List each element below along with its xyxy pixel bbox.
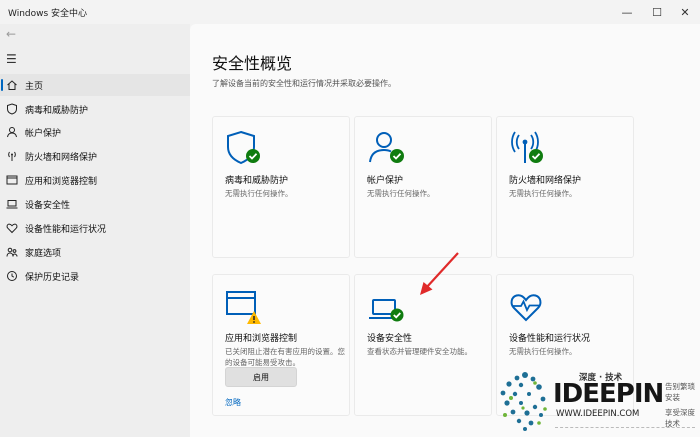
annotation-arrow-icon bbox=[420, 252, 459, 295]
sidebar-item-protection-history[interactable]: 保护历史记录 bbox=[0, 265, 190, 287]
sidebar-item-virus-protection[interactable]: 病毒和威胁防护 bbox=[0, 98, 190, 120]
sidebar-item-label: 设备安全性 bbox=[25, 200, 71, 211]
home-icon bbox=[5, 78, 19, 92]
card-firewall[interactable]: 防火墙和网络保护 无需执行任何操作。 bbox=[496, 116, 634, 258]
sidebar-item-label: 帐户保护 bbox=[25, 128, 62, 139]
card-virus-protection[interactable]: 病毒和威胁防护 无需执行任何操作。 bbox=[212, 116, 350, 258]
card-title: 防火墙和网络保护 bbox=[509, 176, 582, 186]
hamburger-icon[interactable]: ☰ bbox=[6, 52, 17, 66]
card-account-protection[interactable]: 帐户保护 无需执行任何操作。 bbox=[354, 116, 492, 258]
ok-check-icon bbox=[390, 149, 404, 163]
ok-check-icon bbox=[246, 149, 260, 163]
card-description: 无需执行任何操作。 bbox=[509, 347, 577, 356]
sidebar-item-label: 设备性能和运行状况 bbox=[25, 224, 107, 235]
sidebar-item-label: 主页 bbox=[25, 81, 44, 92]
card-app-browser-control[interactable]: 应用和浏览器控制 已关闭阻止潜在有害应用的设置。您的设备可能易受攻击。 启用 忽… bbox=[212, 274, 350, 416]
history-icon bbox=[5, 269, 19, 283]
watermark-divider bbox=[555, 427, 695, 431]
sidebar-item-home[interactable]: 主页 bbox=[0, 74, 190, 96]
card-description: 无需执行任何操作。 bbox=[367, 189, 435, 198]
laptop-icon bbox=[367, 287, 411, 327]
heart-icon bbox=[509, 287, 553, 327]
page-title: 安全性概览 bbox=[212, 54, 293, 73]
sidebar-item-device-security[interactable]: 设备安全性 bbox=[0, 193, 190, 215]
watermark-logo-icon bbox=[500, 372, 547, 431]
ok-check-icon bbox=[390, 308, 404, 322]
sidebar-item-app-browser-control[interactable]: 应用和浏览器控制 bbox=[0, 169, 190, 191]
person-icon bbox=[5, 125, 19, 139]
close-button[interactable]: ✕ bbox=[670, 3, 700, 21]
watermark-slogan-2: 享受深度技术 bbox=[665, 408, 695, 428]
window-title: Windows 安全中心 bbox=[8, 9, 88, 19]
sidebar-item-label: 保护历史记录 bbox=[25, 272, 80, 283]
active-indicator bbox=[1, 79, 3, 91]
card-title: 应用和浏览器控制 bbox=[225, 334, 298, 344]
watermark-slogan-1: 告别繁琐安装 bbox=[665, 382, 695, 402]
ok-check-icon bbox=[529, 149, 543, 163]
watermark: 深度 · 技术 IDEEPIN WWW.IDEEPIN.COM 告别繁琐安装 享… bbox=[495, 365, 700, 437]
minimize-button[interactable]: — bbox=[612, 3, 642, 21]
watermark-brand: IDEEPIN bbox=[553, 379, 664, 409]
dismiss-link[interactable]: 忽略 bbox=[225, 397, 241, 408]
sidebar: ← ☰ 主页 病毒和威胁防护 帐户保护 防火墙和网络保护 应用和浏览器控制 设备… bbox=[0, 24, 190, 437]
watermark-url: WWW.IDEEPIN.COM bbox=[556, 409, 640, 419]
enable-button[interactable]: 启用 bbox=[225, 367, 297, 387]
sidebar-item-label: 家庭选项 bbox=[25, 248, 62, 259]
app-window-icon bbox=[225, 287, 269, 327]
card-description: 已关闭阻止潜在有害应用的设置。您的设备可能易受攻击。 bbox=[225, 347, 345, 367]
sidebar-item-label: 防火墙和网络保护 bbox=[25, 152, 98, 163]
sidebar-item-device-health[interactable]: 设备性能和运行状况 bbox=[0, 217, 190, 239]
back-arrow-icon[interactable]: ← bbox=[6, 27, 16, 41]
sidebar-item-account-protection[interactable]: 帐户保护 bbox=[0, 121, 190, 143]
card-title: 帐户保护 bbox=[367, 176, 404, 186]
app-window-icon bbox=[5, 173, 19, 187]
family-icon bbox=[5, 245, 19, 259]
antenna-icon bbox=[5, 149, 19, 163]
page-subtitle: 了解设备当前的安全性和运行情况并采取必要操作。 bbox=[212, 79, 396, 88]
card-description: 无需执行任何操作。 bbox=[509, 189, 577, 198]
laptop-icon bbox=[5, 197, 19, 211]
person-icon bbox=[367, 129, 411, 169]
shield-icon bbox=[5, 102, 19, 116]
antenna-icon bbox=[509, 129, 553, 169]
title-bar: Windows 安全中心 — ☐ ✕ bbox=[0, 0, 700, 24]
card-title: 病毒和威胁防护 bbox=[225, 176, 289, 186]
card-description: 查看状态并管理硬件安全功能。 bbox=[367, 347, 472, 356]
card-title: 设备性能和运行状况 bbox=[509, 334, 591, 344]
sidebar-item-firewall[interactable]: 防火墙和网络保护 bbox=[0, 145, 190, 167]
card-description: 无需执行任何操作。 bbox=[225, 189, 293, 198]
card-title: 设备安全性 bbox=[367, 334, 413, 344]
sidebar-item-label: 应用和浏览器控制 bbox=[25, 176, 98, 187]
shield-icon bbox=[225, 129, 269, 169]
sidebar-item-family-options[interactable]: 家庭选项 bbox=[0, 241, 190, 263]
maximize-button[interactable]: ☐ bbox=[642, 3, 672, 21]
heart-icon bbox=[5, 221, 19, 235]
sidebar-item-label: 病毒和威胁防护 bbox=[25, 105, 89, 116]
